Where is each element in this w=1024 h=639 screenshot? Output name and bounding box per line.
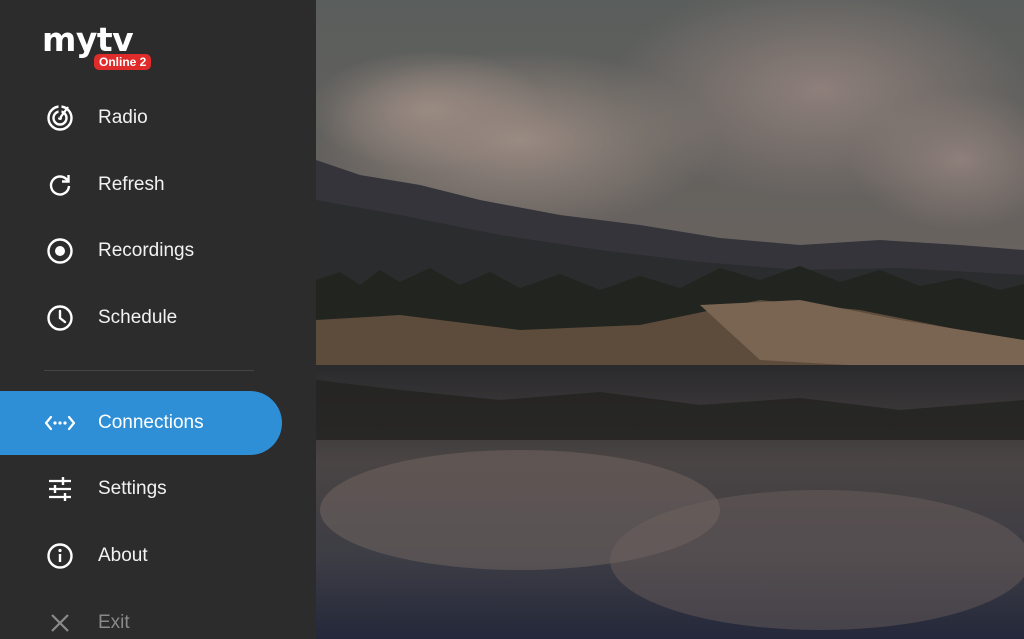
menu-item-label: Radio <box>98 107 148 128</box>
menu-item-connections[interactable]: Connections <box>0 391 282 455</box>
connections-icon <box>44 407 76 439</box>
menu-item-settings[interactable]: Settings <box>0 457 282 521</box>
record-icon <box>44 235 76 267</box>
menu-item-label: Schedule <box>98 307 178 328</box>
navigation-menu: Radio Refresh Recordings Schedule Connec… <box>0 0 316 639</box>
menu-divider <box>44 370 254 371</box>
menu-item-label: About <box>98 545 148 566</box>
menu-item-refresh[interactable]: Refresh <box>0 153 282 217</box>
menu-item-label: Exit <box>98 612 130 633</box>
menu-item-about[interactable]: About <box>0 524 282 588</box>
sidebar-menu: mytv Online 2 Radio Refresh Recordings S… <box>0 0 316 639</box>
menu-item-radio[interactable]: Radio <box>0 86 282 150</box>
refresh-icon <box>44 169 76 201</box>
menu-item-recordings[interactable]: Recordings <box>0 219 282 283</box>
menu-item-label: Settings <box>98 478 167 499</box>
info-icon <box>44 540 76 572</box>
app-screen: mytv Online 2 Radio Refresh Recordings S… <box>0 0 1024 639</box>
clock-icon <box>44 302 76 334</box>
menu-item-schedule[interactable]: Schedule <box>0 286 282 350</box>
radio-icon <box>44 102 76 134</box>
menu-item-exit[interactable]: Exit <box>0 591 282 639</box>
menu-item-label: Refresh <box>98 174 165 195</box>
menu-item-label: Recordings <box>98 240 195 261</box>
close-icon <box>44 607 76 639</box>
menu-item-label: Connections <box>98 412 204 433</box>
sliders-icon <box>44 473 76 505</box>
